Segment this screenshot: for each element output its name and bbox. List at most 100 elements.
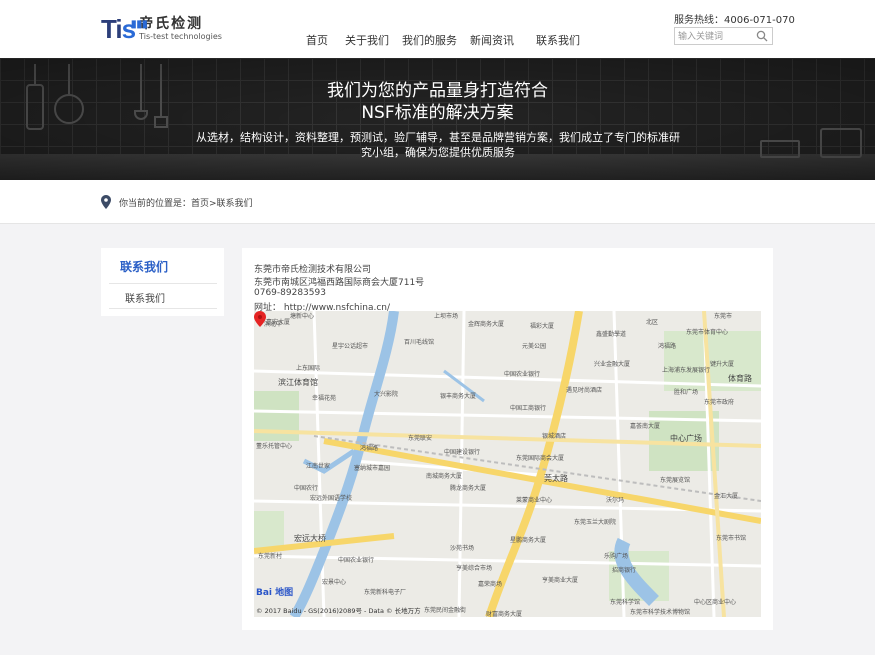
- map-label: 星宇公话超市: [332, 343, 369, 350]
- nav-services[interactable]: 我们的服务: [402, 32, 457, 48]
- map-label: 滨北中: [264, 321, 283, 328]
- map-label: 东莞新村: [258, 553, 283, 560]
- map-label: 宏景中心: [322, 579, 347, 586]
- search-icon[interactable]: [756, 30, 768, 42]
- baidu-logo: Bai 地图: [256, 588, 294, 598]
- map-canvas: [254, 311, 761, 617]
- breadcrumb-bar: 你当前的位置是：首页>联系我们: [0, 180, 875, 224]
- map-label: 元美公园: [522, 343, 547, 350]
- map-label: 宏远大桥: [294, 534, 326, 543]
- service-hotline: 服务热线：4006-071-070: [674, 15, 795, 26]
- map-label: 腾龙商务大厦: [450, 485, 487, 492]
- map-label: 键升大厦: [710, 361, 735, 368]
- company-address: 东莞市南城区鸿福西路国际商会大厦711号: [254, 278, 425, 288]
- baidu-map[interactable]: 嘉宏大厦 金辉商务大厦 福彩大厦 北区 东莞市体育中心 塘新中心 滨北中 上坝市…: [254, 311, 761, 617]
- map-label: 塞纳城市嘉园: [354, 465, 391, 472]
- location-pin-icon: [101, 195, 111, 209]
- sidebar-title: 联系我们: [120, 260, 169, 274]
- map-label: 百川毛线馆: [404, 339, 435, 346]
- map-label: 嘉荟南大厦: [630, 423, 661, 430]
- map-label: 银丰商务大厦: [440, 393, 477, 400]
- map-label: 东莞科学馆: [610, 599, 641, 606]
- logo[interactable]: Tis ▮▮▮ 帝氏检测 Tis-test technologies: [101, 14, 222, 44]
- map-label: 胜和广场: [674, 389, 699, 396]
- map-label: 嘉荣商场: [478, 581, 503, 588]
- map-label: 上海浦东发展银行: [662, 367, 711, 374]
- map-label: 亨美商业大厦: [542, 577, 579, 584]
- map-label: 北区: [646, 319, 659, 326]
- map-marker-icon[interactable]: [254, 311, 266, 327]
- map-copyright: © 2017 Baidu - GS(2016)2089号 - Data © 长地…: [256, 607, 421, 615]
- logo-cn: 帝氏检测: [139, 16, 204, 32]
- nav-about[interactable]: 关于我们: [345, 32, 389, 48]
- hero-banner: 我们为您的产品量身打造符合 NSF标准的解决方案 从选材，结构设计，资料整理，预…: [0, 58, 875, 180]
- map-label: 兴业金融大厦: [594, 361, 631, 368]
- logo-mark-main: Ti: [101, 14, 123, 44]
- logo-dots-icon: ▮▮▮: [131, 19, 148, 30]
- sidebar-item-contact[interactable]: 联系我们: [125, 290, 165, 305]
- map-label: 东莞玉兰大剧院: [574, 519, 617, 526]
- company-phone: 0769-89283593: [254, 288, 326, 298]
- banner-title-line2: NSF标准的解决方案: [361, 103, 514, 123]
- map-label: 东莞市: [714, 313, 733, 320]
- banner-title: 我们为您的产品量身打造符合 NSF标准的解决方案: [0, 80, 875, 124]
- map-label: 财富商务大厦: [486, 611, 523, 617]
- map-label: 遇见时尚酒店: [566, 387, 603, 394]
- search-input[interactable]: [675, 29, 751, 45]
- map-label: 塘新中心: [290, 313, 315, 320]
- map-label: 董乐托管中心: [256, 443, 293, 450]
- map-label: 东莞市书馆: [716, 535, 747, 542]
- nav-news[interactable]: 新闻资讯: [470, 32, 514, 48]
- map-label: 体育路: [728, 374, 752, 383]
- nav-home[interactable]: 首页: [306, 32, 328, 48]
- banner-description: 从选材，结构设计，资料整理，预测试，验厂辅导，甚至是品牌营销方案，我们成立了专门…: [196, 131, 680, 159]
- map-label: 东莞市体育中心: [686, 329, 729, 336]
- map-label: 星鹏商务大厦: [510, 537, 547, 544]
- map-label: 东莞国际商会大厦: [516, 455, 565, 462]
- map-label: 上坝市场: [434, 313, 459, 320]
- map-label: 幸福花苑: [312, 395, 337, 402]
- map-label: 东莞市政府: [704, 399, 735, 406]
- map-label: 亨美综合市场: [456, 565, 493, 572]
- map-label: 中心区商业中心: [694, 599, 737, 606]
- contact-panel: 东莞市帝氏检测技术有限公司 东莞市南城区鸿福西路国际商会大厦711号 0769-…: [242, 248, 773, 630]
- map-label: 沙苑书场: [450, 545, 475, 552]
- map-label: 中心广场: [670, 434, 702, 443]
- map-label: 沃尔玛: [606, 497, 625, 504]
- nav-contact[interactable]: 联系我们: [536, 32, 580, 48]
- search-box: [674, 27, 773, 45]
- map-label: 江南世家: [306, 463, 331, 470]
- logo-mark: Tis ▮▮▮: [101, 14, 148, 44]
- map-label: 东莞联安: [408, 435, 433, 442]
- map-label: 中国农业银行: [338, 557, 375, 564]
- map-label: 中国建设银行: [444, 449, 481, 456]
- map-label: 中国工商银行: [510, 405, 547, 412]
- map-label: 中国农行: [294, 485, 319, 492]
- map-label: 上东国际: [296, 365, 321, 372]
- map-label: 金辉商务大厦: [468, 321, 505, 328]
- map-label: 莱蒙商业中心: [516, 497, 553, 504]
- breadcrumb[interactable]: 你当前的位置是：首页>联系我们: [119, 196, 253, 209]
- site-header: Tis ▮▮▮ 帝氏检测 Tis-test technologies 首页 关于…: [0, 0, 875, 58]
- map-label: 银城酒店: [542, 433, 567, 440]
- company-name: 东莞市帝氏检测技术有限公司: [254, 265, 372, 275]
- map-label: 鑫盛勤學道: [596, 331, 627, 338]
- map-label: 滨江体育馆: [278, 378, 318, 387]
- map-label: 福彩大厦: [530, 323, 555, 330]
- map-label: 金汇大厦: [714, 493, 739, 500]
- map-label: 东莞民间金融街: [424, 607, 467, 614]
- map-label: 东莞新科电子厂: [364, 589, 407, 596]
- banner-title-line1: 我们为您的产品量身打造符合: [327, 81, 548, 101]
- sidebar-divider: [109, 308, 217, 309]
- map-label: 中国农业银行: [504, 371, 541, 378]
- map-label: 南城商务大厦: [426, 473, 463, 480]
- sidebar: 联系我们 联系我们: [101, 248, 224, 316]
- map-label: 东莞市科学技术博物馆: [630, 609, 691, 616]
- map-label: 东莞展览馆: [660, 477, 691, 484]
- logo-en: Tis-test technologies: [139, 32, 222, 41]
- main-nav: 首页 关于我们 我们的服务 新闻资讯 联系我们: [306, 32, 593, 48]
- map-label: 鸿福路: [360, 445, 379, 452]
- map-label: 莞太路: [544, 474, 568, 483]
- map-label: 宏远外国语学校: [310, 495, 353, 502]
- logo-text: 帝氏检测 Tis-test technologies: [139, 16, 222, 42]
